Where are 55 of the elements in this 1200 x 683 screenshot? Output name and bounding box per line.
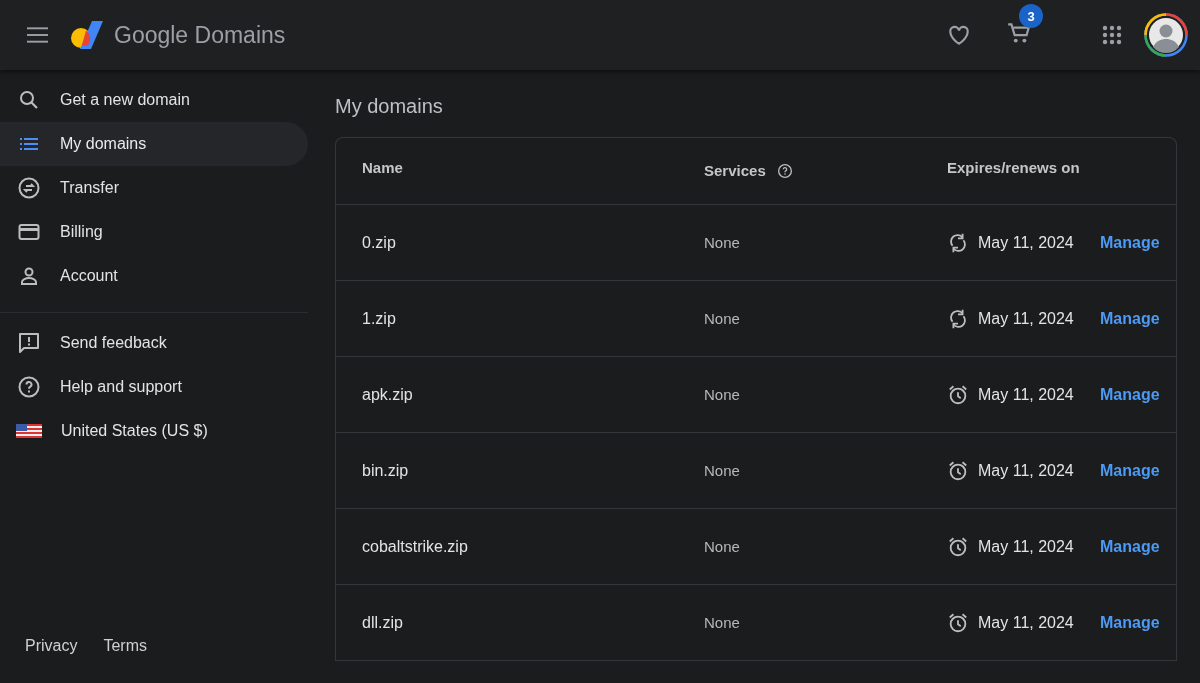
manage-link[interactable]: Manage (1100, 385, 1160, 403)
nav-item[interactable]: My domains (0, 122, 308, 166)
nav-item[interactable]: Transfer (0, 166, 308, 210)
manage-link[interactable]: Manage (1100, 461, 1160, 479)
alarm-clock-icon (947, 535, 969, 558)
column-header: Name (362, 159, 403, 176)
apps-grid-icon[interactable] (1102, 25, 1122, 45)
logo-icon (69, 19, 105, 51)
alarm-clock-icon (947, 383, 969, 406)
brand-name[interactable]: Google Domains (114, 21, 286, 49)
sync-icon (947, 307, 969, 330)
footer-link[interactable]: Terms (103, 637, 147, 655)
menu-icon[interactable] (27, 27, 48, 43)
manage-link[interactable]: Manage (1100, 613, 1160, 631)
expiry-date: May 11, 2024 (978, 233, 1074, 252)
services-cell: None (704, 461, 740, 479)
cart-count-badge: 3 (1019, 4, 1043, 28)
services-cell: None (704, 309, 740, 327)
manage-link[interactable]: Manage (1100, 233, 1160, 251)
services-cell: None (704, 233, 740, 251)
help-icon (17, 375, 41, 399)
nav-item[interactable]: United States (US $) (0, 409, 308, 453)
nav-item[interactable]: Billing (0, 210, 308, 254)
transfer-icon (17, 176, 41, 200)
domain-name: apk.zip (362, 385, 413, 403)
alarm-clock-icon (947, 459, 969, 482)
nav-item[interactable]: Get a new domain (0, 78, 308, 122)
services-cell: None (704, 613, 740, 631)
column-header: Expires/renews on (947, 159, 1080, 176)
footer-link[interactable]: Privacy (25, 637, 78, 655)
domain-name: bin.zip (362, 461, 409, 479)
nav-item[interactable]: Account (0, 254, 308, 298)
services-cell: None (704, 537, 740, 555)
feedback-icon (17, 331, 41, 355)
domain-name: 1.zip (362, 309, 396, 327)
domain-name: cobaltstrike.zip (362, 537, 468, 555)
services-cell: None (704, 385, 740, 403)
expiry-date: May 11, 2024 (978, 537, 1074, 556)
avatar[interactable] (1144, 13, 1188, 57)
sync-icon (947, 231, 969, 254)
help-icon[interactable] (776, 162, 793, 179)
alarm-clock-icon (947, 611, 969, 634)
page-title: My domains (335, 95, 444, 118)
nav-item[interactable]: Help and support (0, 365, 308, 409)
expiry-date: May 11, 2024 (978, 309, 1074, 328)
manage-link[interactable]: Manage (1100, 537, 1160, 555)
domain-name: 0.zip (362, 233, 396, 251)
expiry-date: May 11, 2024 (978, 461, 1074, 480)
domain-name: dll.zip (362, 613, 403, 631)
nav-item[interactable]: Send feedback (0, 321, 308, 365)
manage-link[interactable]: Manage (1100, 309, 1160, 327)
expiry-date: May 11, 2024 (978, 385, 1074, 404)
flag-icon (16, 424, 42, 438)
column-header: Services (704, 162, 766, 179)
expiry-date: May 11, 2024 (978, 613, 1074, 632)
